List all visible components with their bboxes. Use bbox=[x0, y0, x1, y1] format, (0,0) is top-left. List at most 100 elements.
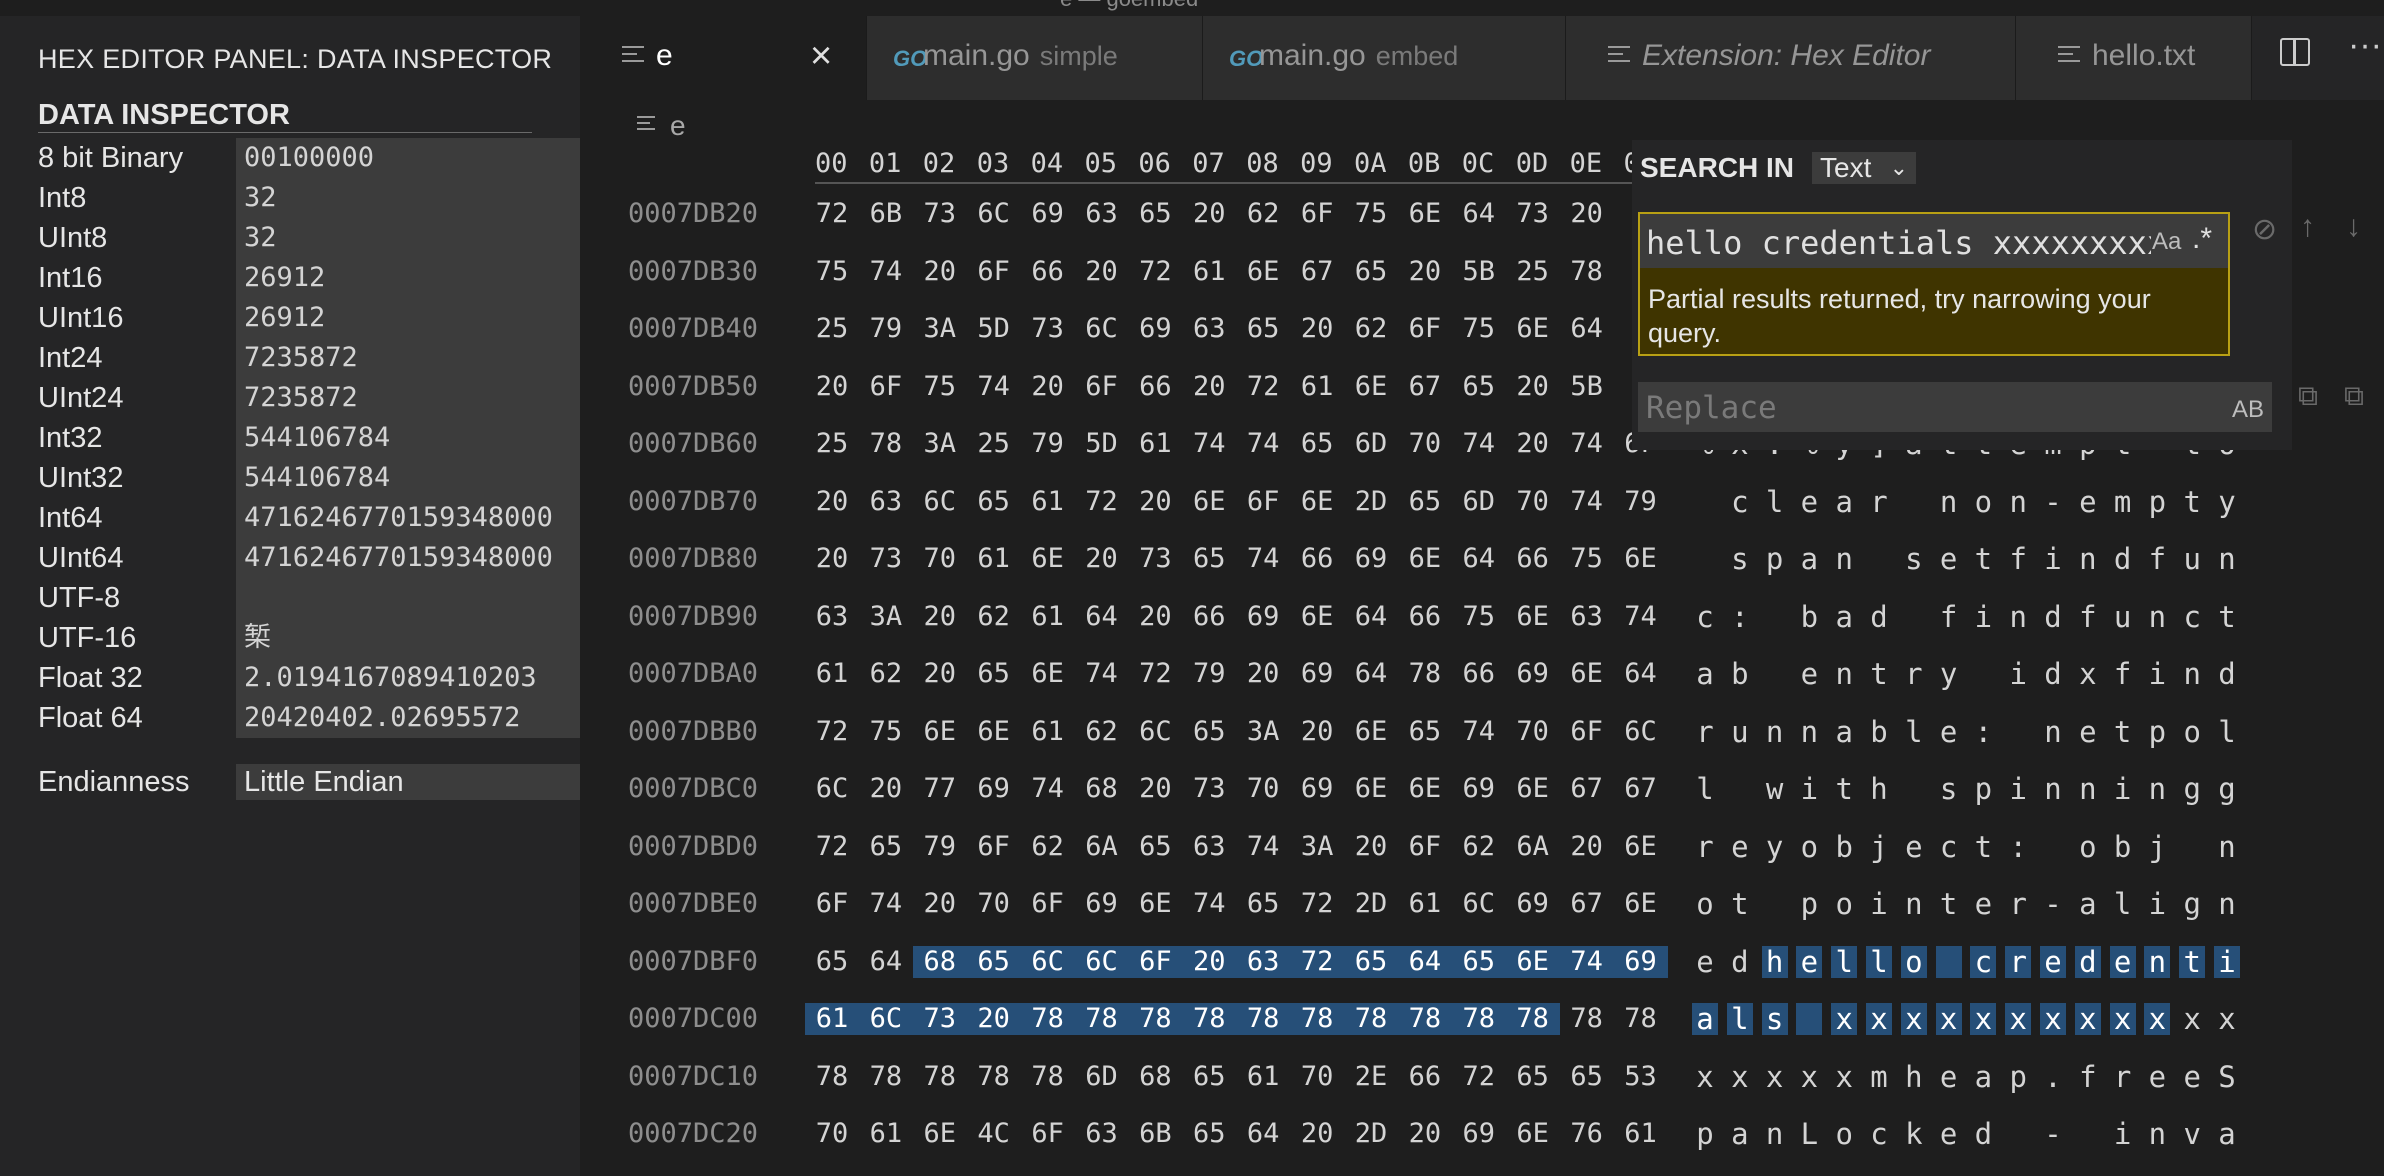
hex-byte[interactable]: 74 bbox=[1182, 888, 1236, 920]
hex-byte[interactable]: 61 bbox=[1398, 888, 1452, 920]
decoded-char[interactable]: i bbox=[1866, 888, 1892, 920]
hex-byte[interactable]: 6E bbox=[1505, 945, 1560, 978]
decoded-char[interactable]: n bbox=[2005, 601, 2031, 633]
hex-byte[interactable]: 6E bbox=[1344, 773, 1398, 805]
decoded-char[interactable]: d bbox=[1866, 601, 1892, 633]
decoded-char[interactable]: L bbox=[1796, 1118, 1822, 1150]
hex-byte[interactable]: 65 bbox=[1236, 888, 1290, 920]
decoded-char[interactable] bbox=[1866, 543, 1892, 575]
hex-byte[interactable]: 78 bbox=[1451, 1003, 1506, 1035]
next-match-icon[interactable]: ↓ bbox=[2346, 210, 2361, 244]
hex-byte[interactable]: 20 bbox=[913, 658, 967, 690]
hex-byte[interactable]: 78 bbox=[1344, 1003, 1398, 1035]
decoded-char[interactable]: c bbox=[1936, 831, 1962, 863]
hex-byte[interactable]: 69 bbox=[1021, 198, 1075, 230]
hex-byte[interactable]: 62 bbox=[1021, 831, 1075, 863]
decoded-char[interactable]: l bbox=[1692, 773, 1718, 805]
decoded-char[interactable]: d bbox=[1970, 1118, 1996, 1150]
hex-byte[interactable]: 20 bbox=[913, 256, 967, 288]
decoded-char[interactable]: r bbox=[1692, 716, 1718, 748]
decoded-char[interactable]: n bbox=[2075, 543, 2101, 575]
decoded-char[interactable]: c bbox=[1866, 1118, 1892, 1150]
hex-byte[interactable]: 69 bbox=[1344, 543, 1398, 575]
decoded-char[interactable]: e bbox=[2075, 716, 2101, 748]
hex-byte[interactable]: 62 bbox=[859, 658, 913, 690]
decoded-char[interactable]: a bbox=[1970, 1061, 1996, 1093]
hex-byte[interactable]: 69 bbox=[1128, 313, 1182, 345]
hex-byte[interactable]: 70 bbox=[913, 543, 967, 575]
decoded-char[interactable]: y bbox=[1762, 831, 1788, 863]
hex-byte[interactable]: 20 bbox=[1560, 198, 1614, 230]
hex-byte[interactable]: 68 bbox=[912, 945, 967, 978]
decoded-char[interactable]: g bbox=[2214, 773, 2240, 805]
decoded-char[interactable]: : bbox=[2005, 831, 2031, 863]
hex-byte[interactable]: 69 bbox=[1506, 888, 1560, 920]
tab-extension-hex-editor[interactable]: Extension: Hex Editor bbox=[1566, 16, 2016, 100]
decoded-char[interactable]: x bbox=[1900, 1003, 1927, 1035]
decoded-char[interactable]: y bbox=[2214, 486, 2240, 518]
decoded-char[interactable]: d bbox=[2040, 658, 2066, 690]
hex-byte[interactable]: 70 bbox=[967, 888, 1021, 920]
decoded-char[interactable]: r bbox=[1692, 831, 1718, 863]
hex-byte[interactable]: 6E bbox=[913, 1118, 967, 1150]
decoded-char[interactable]: a bbox=[1692, 658, 1718, 690]
hex-byte[interactable]: 65 bbox=[1182, 1118, 1236, 1150]
hex-byte[interactable]: 25 bbox=[967, 428, 1021, 460]
decoded-char[interactable] bbox=[2075, 1118, 2101, 1150]
decoded-char[interactable]: j bbox=[2144, 831, 2170, 863]
hex-byte[interactable]: 78 bbox=[1560, 1003, 1614, 1035]
hex-byte[interactable]: 66 bbox=[1398, 1061, 1452, 1093]
decoded-char[interactable]: o bbox=[2179, 716, 2205, 748]
decoded-char[interactable]: c bbox=[1970, 945, 1997, 978]
decoded-char[interactable]: v bbox=[2179, 1118, 2205, 1150]
hex-byte[interactable]: 65 bbox=[1290, 428, 1344, 460]
hex-byte[interactable]: 75 bbox=[1560, 543, 1614, 575]
hex-byte[interactable]: 63 bbox=[859, 486, 913, 518]
decoded-char[interactable]: : bbox=[1970, 716, 1996, 748]
decoded-char[interactable]: s bbox=[1936, 773, 1962, 805]
hex-byte[interactable]: 2D bbox=[1344, 1118, 1398, 1150]
hex-byte[interactable]: 74 bbox=[1021, 773, 1075, 805]
decoded-char[interactable]: b bbox=[1866, 716, 1892, 748]
decoded-char[interactable]: x bbox=[2109, 1003, 2136, 1035]
decoded-char[interactable]: e bbox=[1901, 831, 1927, 863]
decoded-char[interactable]: f bbox=[1936, 601, 1962, 633]
hex-byte[interactable]: 61 bbox=[1021, 601, 1075, 633]
hex-byte[interactable]: 69 bbox=[1452, 1118, 1506, 1150]
hex-byte[interactable]: 73 bbox=[913, 198, 967, 230]
hex-byte[interactable]: 72 bbox=[1236, 371, 1290, 403]
hex-byte[interactable]: 79 bbox=[1021, 428, 1075, 460]
hex-byte[interactable]: 6E bbox=[1236, 256, 1290, 288]
decoded-char[interactable]: n bbox=[2144, 601, 2170, 633]
hex-byte[interactable]: 67 bbox=[1614, 773, 1668, 805]
hex-byte[interactable]: 72 bbox=[1290, 945, 1345, 978]
hex-byte[interactable]: 6C bbox=[1452, 888, 1506, 920]
match-case-icon[interactable]: Aa bbox=[2152, 228, 2181, 256]
hex-byte[interactable]: 64 bbox=[1344, 601, 1398, 633]
hex-byte[interactable]: 77 bbox=[913, 773, 967, 805]
hex-byte[interactable]: 20 bbox=[859, 773, 913, 805]
decoded-char[interactable]: l bbox=[2110, 888, 2136, 920]
decoded-char[interactable]: o bbox=[1831, 888, 1857, 920]
decoded-char[interactable]: i bbox=[2214, 945, 2240, 978]
decoded-char[interactable]: u bbox=[2179, 543, 2205, 575]
decoded-char[interactable]: p bbox=[1762, 543, 1788, 575]
hex-byte[interactable]: 6E bbox=[1021, 543, 1075, 575]
hex-byte[interactable]: 3A bbox=[1290, 831, 1344, 863]
hex-byte[interactable]: 62 bbox=[1236, 198, 1290, 230]
hex-byte[interactable]: 62 bbox=[1452, 831, 1506, 863]
decoded-char[interactable]: l bbox=[1866, 945, 1892, 978]
hex-byte[interactable]: 78 bbox=[1560, 256, 1614, 288]
hex-byte[interactable]: 75 bbox=[859, 716, 913, 748]
hex-byte[interactable]: 3A bbox=[913, 313, 967, 345]
hex-byte[interactable]: 66 bbox=[1128, 371, 1182, 403]
hex-byte[interactable]: 64 bbox=[859, 946, 913, 978]
hex-byte[interactable]: 74 bbox=[1182, 428, 1236, 460]
hex-byte[interactable]: 62 bbox=[967, 601, 1021, 633]
decoded-char[interactable]: p bbox=[2144, 486, 2170, 518]
hex-byte[interactable]: 6C bbox=[1075, 313, 1129, 345]
hex-byte[interactable]: 20 bbox=[1290, 716, 1344, 748]
decoded-char[interactable]: r bbox=[1901, 658, 1927, 690]
hex-byte[interactable]: 20 bbox=[1182, 945, 1237, 978]
hex-byte[interactable]: 78 bbox=[859, 428, 913, 460]
